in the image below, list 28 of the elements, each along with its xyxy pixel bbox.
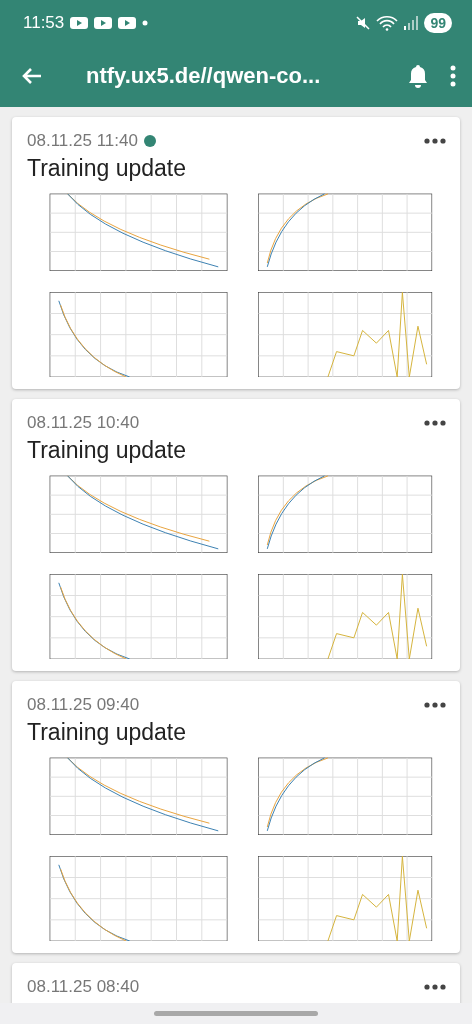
notification-time: 08.11.25 08:40 bbox=[27, 977, 140, 997]
more-button[interactable] bbox=[424, 984, 446, 990]
dot-icon bbox=[142, 19, 149, 26]
notification-title: Training update bbox=[27, 155, 187, 182]
video-icon bbox=[118, 15, 137, 30]
more-icon bbox=[424, 138, 446, 144]
notification-time: 08.11.25 11:40 bbox=[27, 131, 138, 151]
more-button[interactable] bbox=[424, 420, 446, 426]
menu-button[interactable] bbox=[450, 65, 456, 87]
notification-time: 08.11.25 10:40 bbox=[27, 413, 140, 433]
more-icon bbox=[424, 420, 446, 426]
notification-title: Training update bbox=[27, 437, 187, 464]
home-handle[interactable] bbox=[154, 1011, 318, 1016]
signal-icon bbox=[404, 15, 419, 30]
notification-time: 08.11.25 09:40 bbox=[27, 695, 140, 715]
battery-level: 99 bbox=[424, 12, 452, 33]
topic-title: ntfy.ux5.de//qwen-co... bbox=[85, 63, 322, 89]
more-button[interactable] bbox=[424, 138, 446, 144]
clock: 11:53 bbox=[23, 12, 65, 33]
video-icon bbox=[94, 15, 113, 30]
video-icon bbox=[70, 15, 89, 30]
more-icon bbox=[424, 984, 446, 990]
wifi-icon bbox=[376, 14, 399, 31]
more-button[interactable] bbox=[424, 702, 446, 708]
mute-icon bbox=[356, 15, 371, 30]
more-icon bbox=[424, 702, 446, 708]
bell-icon[interactable] bbox=[406, 63, 430, 89]
notification-title: Training update bbox=[27, 719, 187, 746]
